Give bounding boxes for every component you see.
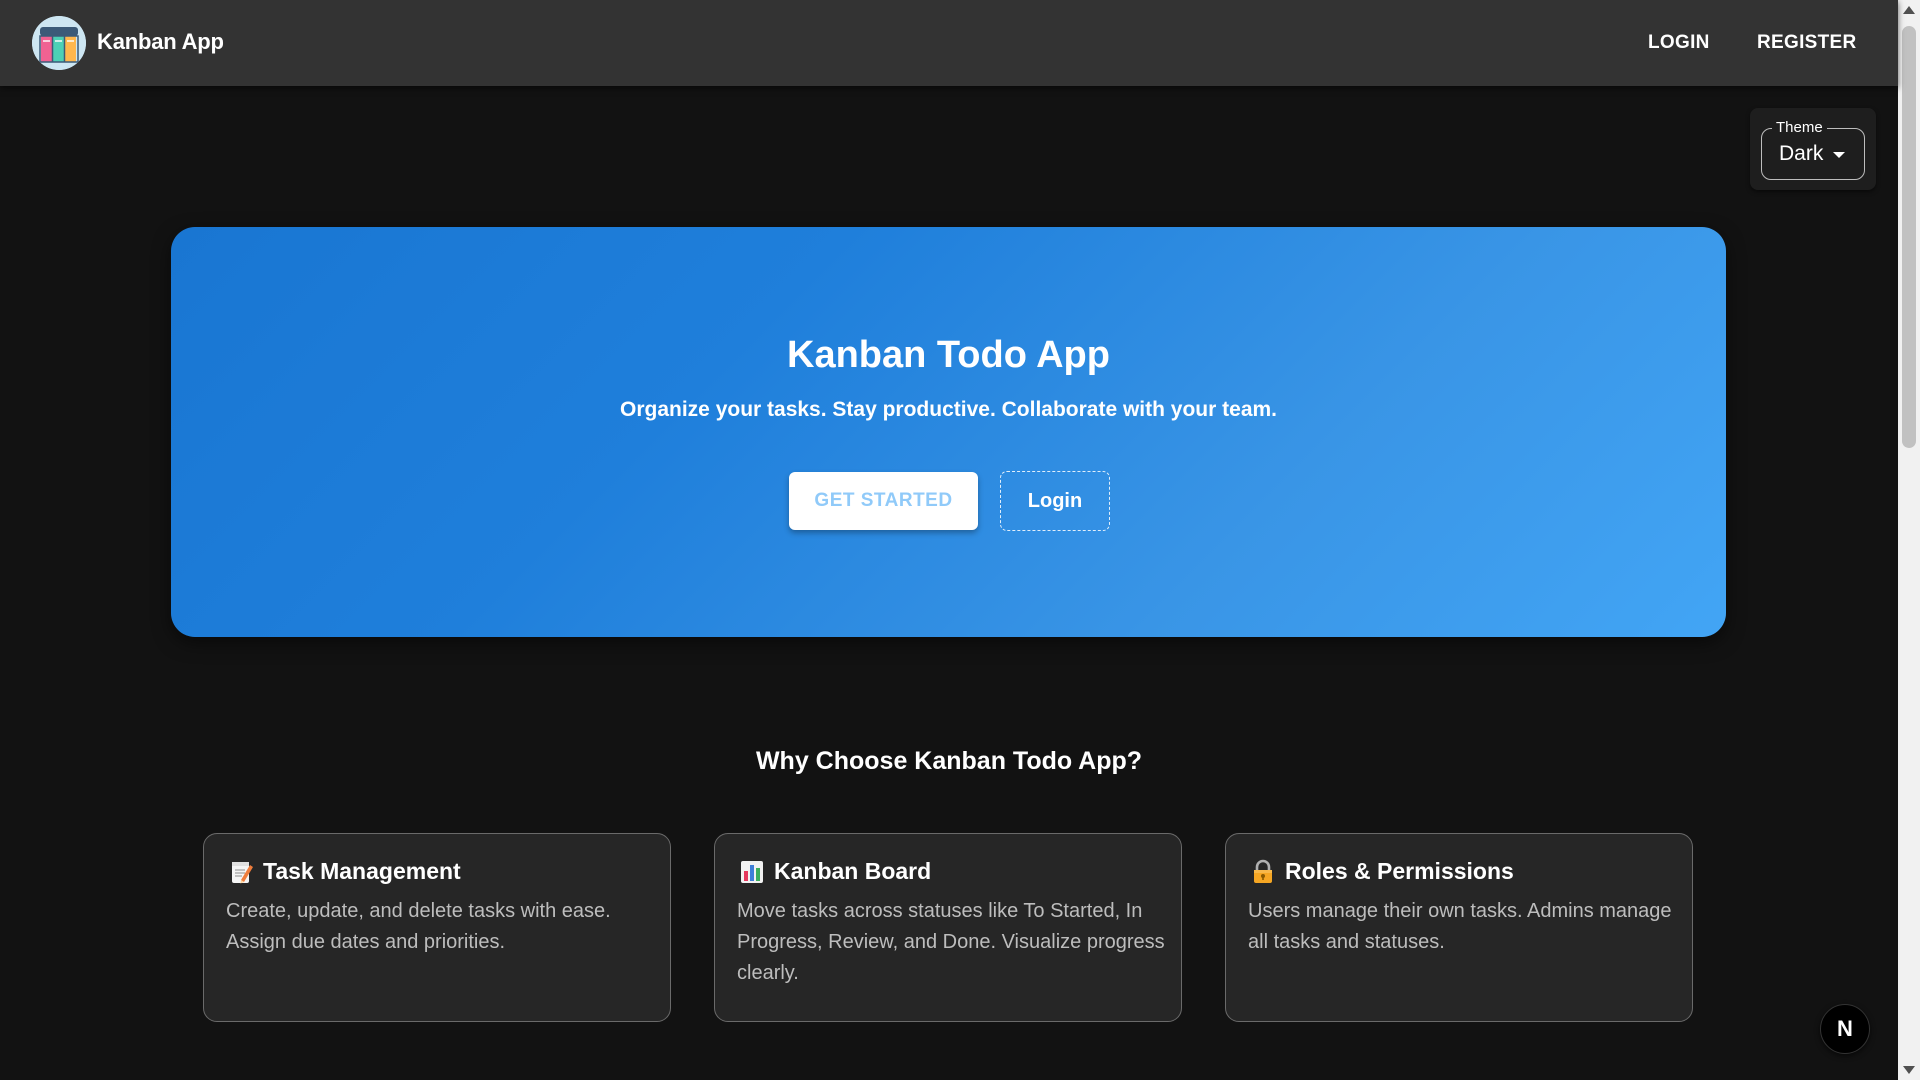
feature-card-description: Create, update, and delete tasks with ea… [226,900,611,953]
dev-badge-letter: N [1837,1016,1853,1041]
memo-icon [232,861,253,883]
hero-banner: Kanban Todo App Organize your tasks. Sta… [171,227,1726,637]
lock-icon [1254,859,1272,883]
hero-title: Kanban Todo App [787,334,1110,376]
theme-value[interactable]: Dark [1779,142,1823,166]
get-started-button[interactable]: GET STARTED [789,472,978,530]
scroll-up-arrow-icon[interactable] [1903,6,1915,14]
nav-login-button[interactable]: LOGIN [1648,26,1710,60]
features-heading: Why Choose Kanban Todo App? [755,747,1143,775]
feature-card-roles-permissions: Roles & Permissions Users manage their o… [1225,833,1693,1022]
nav-register-button[interactable]: REGISTER [1757,26,1857,60]
vertical-scrollbar[interactable] [1898,0,1920,1080]
theme-selector-panel: Theme Dark [1750,108,1876,190]
feature-card-task-management: Task Management Create, update, and dele… [203,833,671,1022]
hero-login-button[interactable]: Login [1000,471,1110,531]
page: Kanban App LOGIN REGISTER Theme Dark Kan… [0,0,1920,1080]
feature-card-title: Roles & Permissions [1285,858,1514,884]
feature-card-title: Kanban Board [774,858,932,884]
hero-subtitle: Organize your tasks. Stay productive. Co… [620,398,1277,421]
nextjs-icon[interactable]: N [1820,1004,1870,1054]
feature-card-kanban-board: Kanban Board Move tasks across statuses … [714,833,1182,1022]
feature-card-description: Users manage their own tasks. Admins man… [1248,900,1672,953]
app-bar: Kanban App LOGIN REGISTER [0,0,1898,86]
feature-card-title: Task Management [263,858,461,884]
feature-card-description: Move tasks across statuses like To Start… [737,900,1165,984]
app-name[interactable]: Kanban App [97,29,224,55]
theme-label: Theme [1772,119,1827,136]
theme-select[interactable]: Theme Dark [1761,119,1865,180]
scroll-down-arrow-icon[interactable] [1903,1066,1915,1074]
scrollbar-thumb[interactable] [1902,26,1916,448]
bar-chart-icon [741,860,763,883]
chevron-down-icon[interactable] [1833,152,1845,158]
kanban-logo-icon[interactable] [32,16,86,70]
